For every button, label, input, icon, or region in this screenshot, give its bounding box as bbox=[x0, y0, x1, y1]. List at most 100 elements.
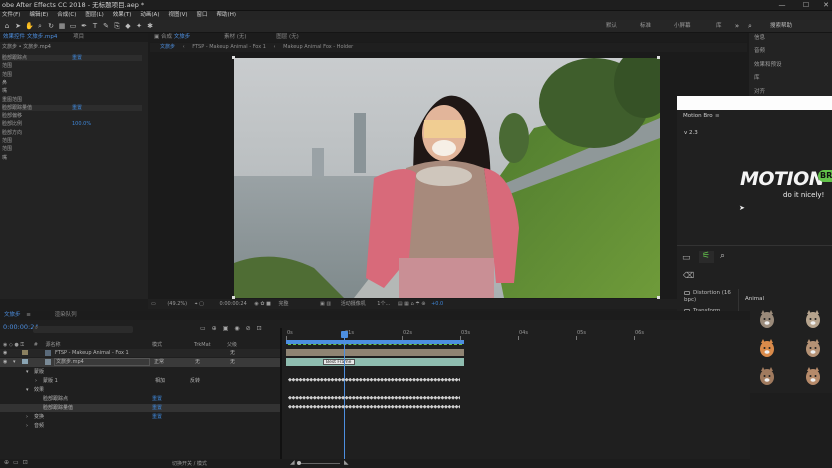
type-tool-icon[interactable]: T bbox=[91, 22, 99, 30]
camera-tool-icon[interactable]: ▦ bbox=[58, 22, 66, 30]
folder-icon[interactable]: ▭ bbox=[682, 253, 691, 263]
snapshot-icon[interactable]: ◉ ✿ ■ bbox=[254, 301, 270, 307]
marker-label[interactable]: Best Frame bbox=[323, 359, 355, 365]
workspace-menu-icon[interactable]: » bbox=[733, 22, 741, 30]
property-value[interactable]: 重置 bbox=[152, 413, 162, 421]
menu-composition[interactable]: 合成(C) bbox=[57, 11, 76, 20]
rectangle-tool-icon[interactable]: ▭ bbox=[69, 22, 77, 30]
preset-thumbnail[interactable] bbox=[757, 309, 777, 329]
composition-viewer[interactable] bbox=[234, 58, 660, 298]
header-trkmat[interactable]: TrkMat bbox=[194, 341, 211, 349]
search-help-input[interactable]: 搜索帮助 bbox=[770, 22, 792, 30]
expand-arrow-icon[interactable]: ▾ bbox=[26, 386, 29, 394]
toggle-switches-modes[interactable]: 切换开关 / 模式 bbox=[172, 460, 207, 467]
breadcrumb-item[interactable]: 文旅步 bbox=[160, 44, 175, 50]
layer-mode[interactable]: 正常 bbox=[154, 358, 164, 366]
property-value[interactable]: 重置 bbox=[152, 404, 162, 412]
expand-arrow-icon[interactable]: ▾ bbox=[26, 368, 29, 376]
header-source-name[interactable]: 源名称 bbox=[46, 342, 61, 348]
breadcrumb-item[interactable]: Makeup Animal Fox - Holder bbox=[283, 44, 353, 50]
menu-window[interactable]: 窗口 bbox=[197, 11, 208, 20]
zoom-slider-handle[interactable] bbox=[297, 461, 301, 465]
layer-parent[interactable]: 无 bbox=[230, 349, 235, 357]
expand-arrow-icon[interactable]: › bbox=[26, 422, 28, 430]
puppet-tool-icon[interactable]: ✱ bbox=[146, 22, 154, 30]
preset-thumbnail[interactable] bbox=[757, 338, 777, 358]
resolution-select[interactable]: 完整 bbox=[278, 301, 288, 307]
pen-tool-icon[interactable]: ✒ bbox=[80, 22, 88, 30]
motion-bro-menu-icon[interactable]: ≡ bbox=[715, 113, 720, 119]
tab-layer[interactable]: 图层 (无) bbox=[276, 34, 299, 40]
property-extra[interactable]: 反转 bbox=[190, 377, 200, 385]
layer-1-bar[interactable] bbox=[286, 349, 464, 356]
close-tab-icon[interactable]: ≡ bbox=[26, 312, 31, 318]
timeline-search-input[interactable] bbox=[33, 326, 133, 333]
trash-icon[interactable]: ⌫ bbox=[683, 271, 694, 280]
expand-arrow-icon[interactable]: › bbox=[35, 377, 37, 385]
effect-property-row[interactable]: 嘴 bbox=[2, 155, 142, 161]
category-item[interactable]: Distortion (16 bpc) bbox=[684, 290, 736, 304]
home-icon[interactable]: ⌂ bbox=[3, 22, 11, 30]
sliders-icon[interactable]: ⚟ bbox=[702, 251, 710, 261]
menu-file[interactable]: 文件(F) bbox=[2, 11, 20, 20]
close-button[interactable]: ✕ bbox=[816, 0, 832, 11]
keyframes-row[interactable]: ◆◆◆◆◆◆◆◆◆◆◆◆◆◆◆◆◆◆◆◆◆◆◆◆◆◆◆◆◆◆◆◆◆◆◆◆◆◆◆◆… bbox=[288, 405, 460, 409]
header-parent[interactable]: 父级 bbox=[227, 341, 237, 349]
current-time-indicator[interactable] bbox=[341, 331, 348, 338]
exposure-value[interactable]: +0.0 bbox=[431, 301, 443, 307]
rotate-tool-icon[interactable]: ↻ bbox=[47, 22, 55, 30]
workspace-standard[interactable]: 标准 bbox=[640, 22, 651, 30]
maximize-button[interactable]: ☐ bbox=[796, 0, 816, 11]
menu-help[interactable]: 帮助(H) bbox=[217, 11, 236, 20]
layer-parent[interactable]: 无 bbox=[230, 358, 235, 366]
expand-arrow-icon[interactable]: ▾ bbox=[13, 359, 16, 365]
fit-icon[interactable]: ⌖ ▢ bbox=[195, 301, 204, 307]
keyframes-row[interactable]: ◆◆◆◆◆◆◆◆◆◆◆◆◆◆◆◆◆◆◆◆◆◆◆◆◆◆◆◆◆◆◆◆◆◆◆◆◆◆◆◆… bbox=[288, 396, 460, 400]
effect-property-row[interactable]: 脸部跟踪点 重置 bbox=[2, 55, 142, 61]
effect-property-row[interactable]: 范围 bbox=[2, 138, 142, 144]
roto-tool-icon[interactable]: ✦ bbox=[135, 22, 143, 30]
comp-lock-icon[interactable]: ▣ bbox=[154, 34, 161, 40]
preset-thumbnail[interactable] bbox=[803, 338, 823, 358]
breadcrumb-item[interactable]: FTSP - Makeup Animal - Fox 1 bbox=[192, 44, 266, 50]
effect-property-value[interactable]: 100.0% bbox=[72, 121, 91, 127]
brush-tool-icon[interactable]: ✎ bbox=[102, 22, 110, 30]
workspace-small-screen[interactable]: 小屏幕 bbox=[674, 22, 691, 30]
clone-tool-icon[interactable]: ⎘ bbox=[113, 22, 121, 30]
property-row[interactable] bbox=[0, 377, 280, 385]
zoom-out-icon[interactable]: ◢ bbox=[290, 459, 295, 466]
workspace-default[interactable]: 默认 bbox=[606, 22, 617, 30]
panel-libraries[interactable]: 库 bbox=[754, 75, 760, 82]
effect-property-row[interactable]: 脸部跟踪量值 重置 bbox=[2, 104, 142, 111]
effect-property-row[interactable]: 脸部方向 bbox=[2, 130, 142, 136]
hand-tool-icon[interactable]: ✋ bbox=[25, 22, 34, 30]
mask-view-icon[interactable]: ▭ bbox=[151, 301, 156, 307]
zoom-in-icon[interactable]: ◣ bbox=[344, 459, 349, 466]
views-select[interactable]: 1个... bbox=[377, 301, 390, 307]
property-value[interactable]: 重置 bbox=[152, 395, 162, 403]
panel-audio[interactable]: 音频 bbox=[754, 48, 765, 55]
property-row[interactable] bbox=[0, 404, 280, 412]
eraser-tool-icon[interactable]: ◆ bbox=[124, 22, 132, 30]
layer-name[interactable]: 文旅步.mp4 bbox=[56, 358, 84, 366]
layer-trkmat[interactable]: 无 bbox=[195, 358, 200, 366]
menu-layer[interactable]: 图层(L) bbox=[85, 11, 103, 20]
zoom-slider[interactable] bbox=[300, 463, 340, 464]
tab-effect-controls[interactable]: 效果控件 文旅步.mp4 bbox=[3, 34, 57, 40]
preset-thumbnail[interactable] bbox=[803, 309, 823, 329]
menu-view[interactable]: 视图(V) bbox=[168, 11, 187, 20]
effect-property-row[interactable]: 脸部偏移 bbox=[2, 113, 142, 119]
camera-select[interactable]: 活动摄像机 bbox=[341, 301, 366, 307]
zoom-tool-icon[interactable]: ⌕ bbox=[36, 22, 44, 30]
preset-thumbnail[interactable] bbox=[803, 366, 823, 386]
region-icon[interactable]: ▣ ▥ bbox=[320, 301, 331, 307]
effect-property-row[interactable]: 范围 bbox=[2, 63, 142, 69]
property-row[interactable] bbox=[0, 395, 280, 403]
timeline-switch-icons[interactable]: ▭⊕▣◉⊘⊡ bbox=[200, 325, 268, 332]
layer-label-color[interactable] bbox=[22, 350, 28, 355]
viewer-corner-handle[interactable] bbox=[232, 56, 235, 59]
layer-2-bar[interactable] bbox=[286, 358, 464, 366]
expand-arrow-icon[interactable]: › bbox=[26, 413, 28, 421]
effect-property-row[interactable]: 嘴 bbox=[2, 88, 142, 94]
effect-property-row[interactable]: 范围 bbox=[2, 72, 142, 78]
